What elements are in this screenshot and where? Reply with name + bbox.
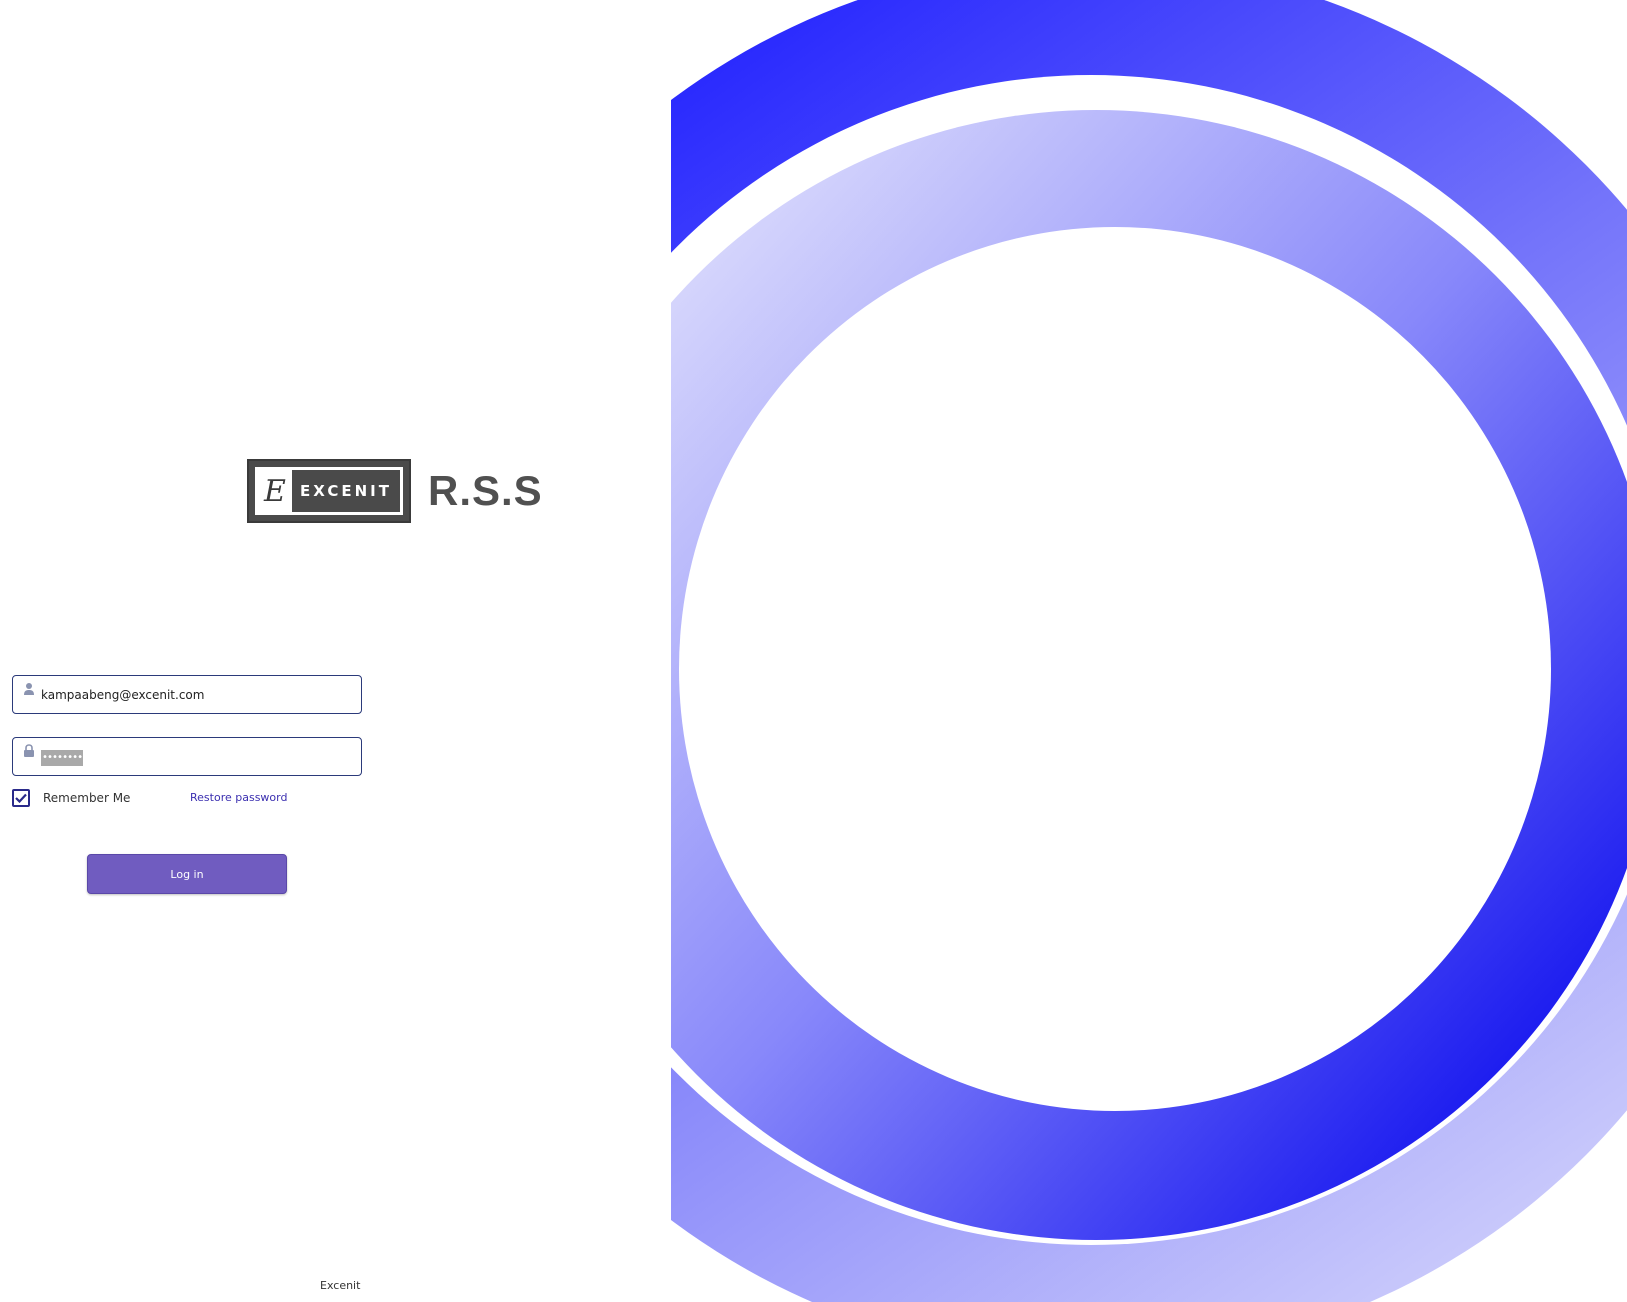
- logo-brand-name: EXCENIT: [292, 470, 400, 512]
- excenit-logo-badge: E EXCENIT: [247, 459, 411, 523]
- decorative-ring-artwork: [671, 0, 1627, 1302]
- footer-text: Excenit: [320, 1279, 361, 1292]
- lock-icon: [23, 743, 35, 757]
- login-button[interactable]: Log in: [87, 854, 287, 894]
- remember-me[interactable]: Remember Me: [12, 789, 130, 807]
- remember-me-label: Remember Me: [43, 791, 131, 805]
- email-input[interactable]: [41, 676, 351, 713]
- app-logo: E EXCENIT R.S.S: [247, 459, 543, 523]
- password-input[interactable]: ••••••••: [41, 750, 83, 766]
- remember-me-checkbox[interactable]: [12, 789, 30, 807]
- checkmark-icon: [15, 793, 27, 803]
- user-icon: [23, 681, 35, 695]
- product-name: R.S.S: [428, 467, 543, 514]
- password-field[interactable]: ••••••••: [12, 737, 362, 776]
- email-field[interactable]: [12, 675, 362, 714]
- restore-password-link[interactable]: Restore password: [190, 791, 287, 804]
- login-page: E EXCENIT R.S.S ••••••••: [0, 0, 1627, 1302]
- logo-letter: E: [258, 470, 292, 512]
